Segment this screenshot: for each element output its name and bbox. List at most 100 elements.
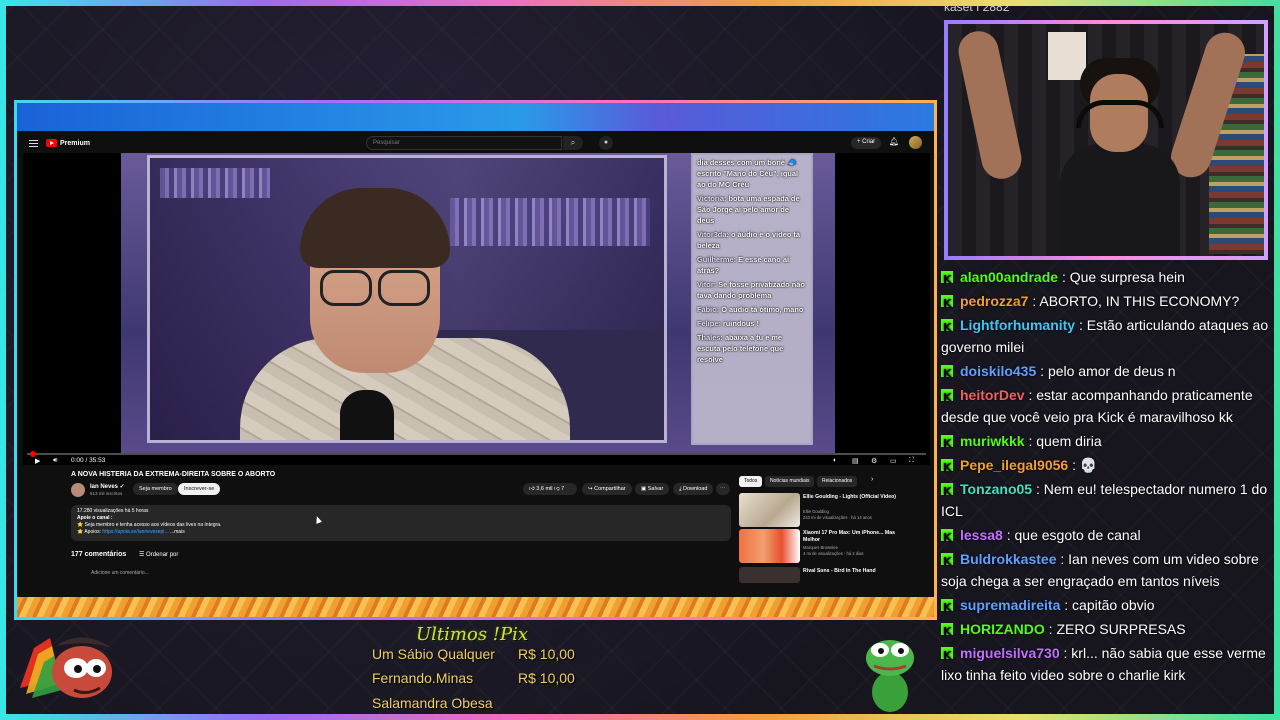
chat-username[interactable]: pedrozza7 xyxy=(960,293,1028,309)
chip-all[interactable]: Todos xyxy=(739,476,763,487)
theater-mode-icon[interactable]: ▭ xyxy=(890,457,897,465)
wall-poster xyxy=(1048,32,1086,80)
search-input[interactable]: Pesquisar xyxy=(366,136,562,150)
volume-icon[interactable]: 🔊︎ xyxy=(53,457,57,465)
search-icon[interactable]: ⌕ xyxy=(563,136,583,150)
video-player[interactable]: dia desses com um boné 🧢 escrito "Mano d… xyxy=(23,153,930,465)
headset xyxy=(1076,100,1164,128)
chat-message: heitorDev : estar acompanhando praticame… xyxy=(941,384,1271,428)
overlay-chat-user: Vitor3da: xyxy=(697,230,729,239)
fullscreen-icon[interactable]: ⛶ xyxy=(909,457,914,465)
channel-name[interactable]: Ian Neves ✓ xyxy=(90,483,125,490)
chevron-right-icon[interactable]: › xyxy=(871,476,873,483)
account-avatar[interactable] xyxy=(909,136,922,149)
overlay-chat-text: O audio tá ótimo, mano xyxy=(721,305,804,314)
chat-username[interactable]: lessa8 xyxy=(960,527,1003,543)
bookshelf xyxy=(450,198,650,246)
video-chat-overlay: dia desses com um boné 🧢 escrito "Mano d… xyxy=(691,153,813,445)
chat-username[interactable]: muriwkkk xyxy=(960,433,1025,449)
related-video[interactable]: Rival Sons - Bird In The Hand xyxy=(739,567,919,587)
related-title: Ellie Goulding - Lights (Official Video) xyxy=(803,494,896,500)
chat-message: pedrozza7 : ABORTO, IN THIS ECONOMY? xyxy=(941,290,1271,315)
share-button[interactable]: ↪ Compartilhar xyxy=(582,483,632,495)
join-button[interactable]: Seja membro xyxy=(133,483,178,495)
chat-username[interactable]: Lightforhumanity xyxy=(960,317,1075,333)
video-description[interactable]: 17.280 visualizações há 5 horas Apoie o … xyxy=(71,505,731,541)
description-more[interactable]: ...mais xyxy=(170,529,185,535)
description-line: ⭐ Seja membro e tenha acesso aos vídeos … xyxy=(77,522,222,528)
like-dislike-button[interactable]: 👍︎ 3,6 mil 👎︎ 7 xyxy=(523,483,577,495)
glasses xyxy=(320,270,430,306)
notifications-bell-icon[interactable]: 🔔︎ xyxy=(889,137,899,146)
pix-donor-name: Um Sábio Qualquer xyxy=(372,646,495,662)
support-link[interactable]: https://apoia.se/iannevesepi... xyxy=(102,529,168,535)
chip-related[interactable]: Relacionados xyxy=(817,476,858,487)
related-title: Xiaomi 17 Pro Max: Um iPhone... Mas Melh… xyxy=(803,530,895,543)
video-frame: dia desses com um boné 🧢 escrito "Mano d… xyxy=(121,153,835,453)
chat-username[interactable]: heitorDev xyxy=(960,387,1025,403)
mascot-character-icon xyxy=(20,637,112,698)
autoplay-toggle-icon[interactable]: ◐ xyxy=(833,457,837,464)
chat-username[interactable]: alan00andrade xyxy=(960,269,1058,285)
bookshelf-left xyxy=(160,168,270,198)
chat-username[interactable]: supremadireita xyxy=(960,597,1060,613)
chat-text: 💀 xyxy=(1079,457,1098,473)
chat-username[interactable]: miguelsilva730 xyxy=(960,645,1060,661)
subtitles-icon[interactable]: ▤ xyxy=(852,457,859,465)
play-icon[interactable]: ▶ xyxy=(35,457,40,465)
kick-badge-icon xyxy=(941,317,953,339)
chat-message: HORIZANDO : ZERO SURPRESAS xyxy=(941,618,1271,643)
progress-bar[interactable] xyxy=(27,451,926,457)
dislike-count: 7 xyxy=(561,486,565,492)
chat-username[interactable]: HORIZANDO xyxy=(960,621,1045,637)
sort-label: Ordenar por xyxy=(146,552,179,558)
save-button[interactable]: ▣ Salvar xyxy=(635,483,670,495)
related-video[interactable]: Ellie Goulding - Lights (Official Video)… xyxy=(739,493,919,531)
subscribe-button[interactable]: Inscrever-se xyxy=(178,483,221,495)
chat-username[interactable]: Tonzano05 xyxy=(960,481,1032,497)
related-meta: Ellie Goulding 243 mi de visualizações ·… xyxy=(803,509,872,520)
chat-message: miguelsilva730 : krl... não sabia que es… xyxy=(941,642,1271,686)
chat-username[interactable]: Buldrokkastee xyxy=(960,551,1056,567)
stream-overlay: { "browser": { "brand": "Premium", "sear… xyxy=(0,0,1280,720)
more-actions-icon[interactable]: ⋯ xyxy=(716,483,730,495)
chat-text: capitão obvio xyxy=(1072,597,1155,613)
kick-badge-icon xyxy=(941,551,953,573)
overlay-chat-message: dia desses com um boné 🧢 escrito "Mano d… xyxy=(697,157,807,190)
kick-badge-icon xyxy=(941,387,953,409)
create-button[interactable]: + Criar xyxy=(851,137,882,149)
chat-message: Lightforhumanity : Estão articulando ata… xyxy=(941,314,1271,358)
menu-icon[interactable] xyxy=(29,139,38,147)
settings-icon[interactable]: ⚙ xyxy=(871,457,877,465)
kick-badge-icon xyxy=(941,527,953,549)
microphone-icon[interactable]: ● xyxy=(599,136,613,150)
related-video[interactable]: Xiaomi 17 Pro Max: Um iPhone... Mas Melh… xyxy=(739,529,919,567)
youtube-logo-icon[interactable] xyxy=(46,139,57,147)
share-label: Compartilhar xyxy=(594,486,626,492)
person-hair xyxy=(300,188,450,268)
add-comment-input[interactable]: Adicione um comentário... xyxy=(91,570,149,576)
pix-amount: R$ 10,00 xyxy=(518,670,575,686)
overlay-chat-user: Victoria: xyxy=(697,194,727,203)
chat-text: pelo amor de deus n xyxy=(1047,363,1176,379)
sort-icon: ☰ xyxy=(139,552,147,558)
chat-message: alan00andrade : Que surpresa hein xyxy=(941,266,1271,291)
chat-username[interactable]: doiskilo435 xyxy=(960,363,1036,379)
chip-world-news[interactable]: Notícias mundiais xyxy=(765,476,815,487)
streamer-webcam xyxy=(944,20,1268,260)
channel-avatar[interactable] xyxy=(71,483,85,497)
chat-text: quem diria xyxy=(1036,433,1102,449)
chat-username[interactable]: Pepe_ilegal9056 xyxy=(960,457,1068,473)
microphone xyxy=(340,390,394,440)
youtube-brand[interactable]: Premium xyxy=(60,140,90,147)
overlay-chat-user: Vitor: xyxy=(697,280,717,289)
chat-partial-message: kaset I 2882 xyxy=(944,0,1010,14)
kick-badge-icon xyxy=(941,269,953,291)
description-support-label: ⭐ Apoios: xyxy=(77,529,102,535)
browser-top-banner xyxy=(17,103,934,131)
kick-badge-icon xyxy=(941,457,953,479)
sort-comments-button[interactable]: ☰ Ordenar por xyxy=(139,551,178,558)
download-button[interactable]: ⤓ Download xyxy=(673,483,714,495)
kick-chat: alan00andrade : Que surpresa heinpedrozz… xyxy=(941,266,1271,716)
chat-message: Buldrokkastee : Ian neves com um video s… xyxy=(941,548,1271,592)
